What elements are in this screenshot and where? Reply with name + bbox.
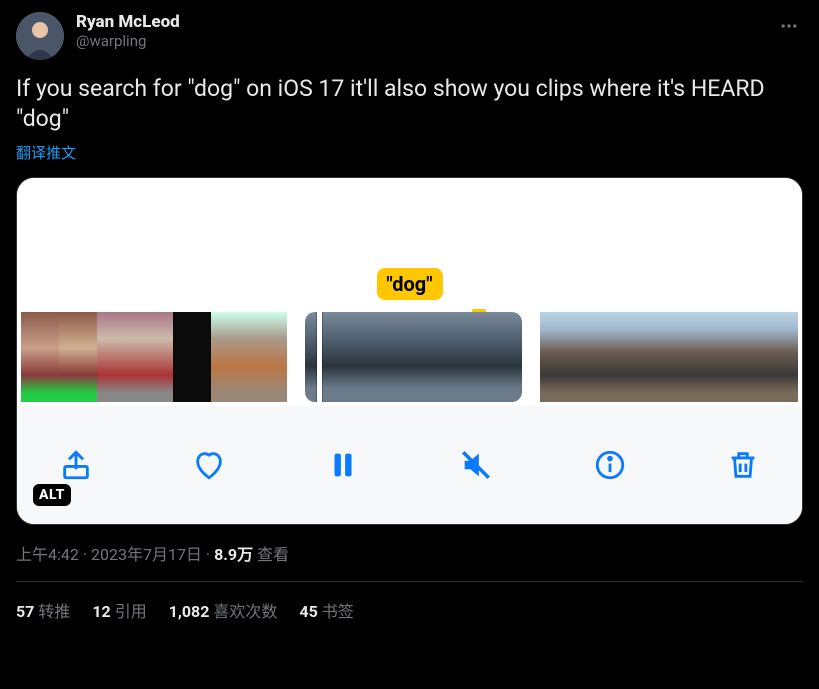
- avatar[interactable]: [16, 12, 64, 60]
- divider: [16, 581, 803, 582]
- views-count: 8.9万: [214, 545, 253, 564]
- tweet-text: If you search for "dog" on iOS 17 it'll …: [16, 74, 803, 134]
- info-icon[interactable]: [585, 440, 635, 490]
- tweet-date[interactable]: 2023年7月17日: [91, 545, 202, 564]
- media-toolbar: [17, 406, 802, 524]
- stat-quotes[interactable]: 12引用: [92, 598, 146, 622]
- tweet-meta: 上午4:42 · 2023年7月17日 · 8.9万 查看: [16, 541, 803, 565]
- more-icon[interactable]: [775, 12, 803, 44]
- views-label: 查看: [257, 545, 289, 564]
- stat-likes[interactable]: 1,082喜欢次数: [169, 598, 278, 622]
- tweet: Ryan McLeod @warpling If you search for …: [0, 0, 819, 634]
- display-name[interactable]: Ryan McLeod: [76, 12, 180, 32]
- video-clip: [21, 312, 287, 402]
- video-filmstrip: [17, 308, 802, 406]
- video-clip: [540, 312, 798, 402]
- alt-badge[interactable]: ALT: [33, 484, 71, 506]
- heart-icon[interactable]: [184, 440, 234, 490]
- search-tooltip: "dog": [376, 268, 442, 300]
- avatar-image: [16, 12, 64, 60]
- handle[interactable]: @warpling: [76, 32, 180, 50]
- media-card[interactable]: "dog": [16, 177, 803, 525]
- stat-bookmarks[interactable]: 45书签: [299, 598, 353, 622]
- media-whitespace: [17, 178, 802, 268]
- translate-link[interactable]: 翻译推文: [16, 142, 803, 163]
- video-clip-selected: [305, 312, 522, 402]
- pause-icon[interactable]: [318, 440, 368, 490]
- tweet-header: Ryan McLeod @warpling: [16, 12, 803, 60]
- mute-icon[interactable]: [451, 440, 501, 490]
- share-icon[interactable]: [51, 440, 101, 490]
- playhead: [317, 312, 322, 402]
- tweet-stats: 57转推 12引用 1,082喜欢次数 45书签: [16, 598, 803, 622]
- tweet-time[interactable]: 上午4:42: [16, 545, 79, 564]
- trash-icon[interactable]: [718, 440, 768, 490]
- stat-retweets[interactable]: 57转推: [16, 598, 70, 622]
